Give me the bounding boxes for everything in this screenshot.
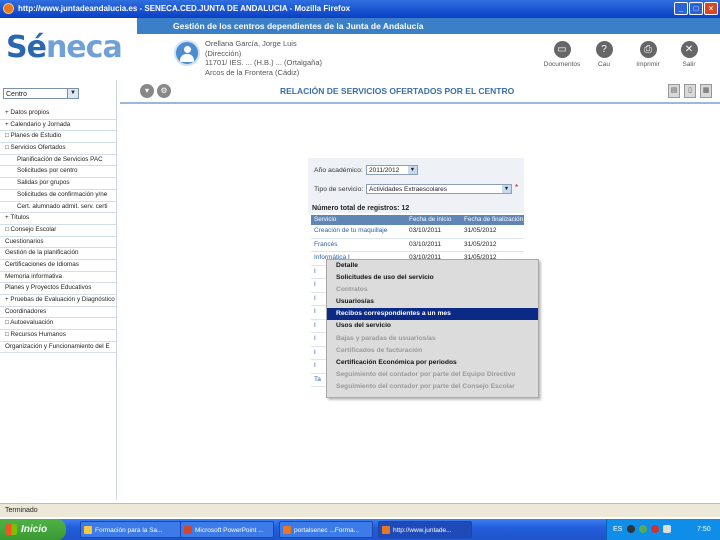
close-button[interactable]: × <box>704 2 718 15</box>
sidebar-subitem[interactable]: Solicitudes por centro <box>0 166 116 179</box>
table-row[interactable]: Francés 03/10/2011 31/05/2012 <box>311 238 524 252</box>
chevron-down-icon: ▼ <box>502 185 511 193</box>
header-band: Gestión de los centros dependientes de l… <box>137 18 720 34</box>
taskbar-item[interactable]: portalsenec ...Forma... <box>279 521 373 538</box>
menu-item-usuarios[interactable]: Usuarios/as <box>327 296 538 308</box>
powerpoint-icon <box>184 526 192 534</box>
language-indicator[interactable]: ES <box>613 519 622 540</box>
total-records: Número total de registros: 12 <box>312 205 410 212</box>
user-center: 11701/ IES. ... (H.B.) ... (Ortalgaña) <box>205 58 322 67</box>
type-label: Tipo de servicio: <box>314 186 364 193</box>
header-fecha-fin[interactable]: Fecha de finalización <box>464 215 524 225</box>
filter-icon[interactable]: ▾ <box>140 84 154 98</box>
system-tray: ES 7:50 <box>606 519 720 540</box>
menu-item-certificados: Certificados de facturación <box>336 346 423 354</box>
sidebar-item[interactable]: □ Consejo Escolar <box>0 225 116 237</box>
speaker-icon[interactable] <box>663 525 671 533</box>
user-name: Orellana García, Jorge Luis <box>205 39 297 48</box>
print-page-icon[interactable]: ▦ <box>700 84 712 98</box>
clock: 7:50 <box>697 526 711 533</box>
tray-icon[interactable] <box>627 525 635 533</box>
maximize-button[interactable]: □ <box>689 2 703 15</box>
sidebar-item[interactable]: □ Recursos Humanos <box>0 330 116 342</box>
firefox-icon <box>3 3 14 14</box>
table-row[interactable]: Creación de tu maquillaje 03/10/2011 31/05… <box>311 225 524 239</box>
user-location: Arcos de la Frontera (Cádiz) <box>205 67 300 77</box>
export-icon[interactable]: ▤ <box>668 84 680 98</box>
chevron-down-icon: ▼ <box>408 166 417 174</box>
sidebar-item[interactable]: Certificaciones de Idiomas <box>0 260 116 272</box>
sidebar-item[interactable]: Coordinadores <box>0 307 116 319</box>
firefox-icon <box>382 526 390 534</box>
exit-icon: ✕ <box>680 41 698 58</box>
salir-button[interactable]: ✕ Salir <box>659 41 719 68</box>
taskbar-item[interactable]: Microsoft PowerPoint ... <box>180 521 274 538</box>
table-header: Servicio Fecha de inicio Fecha de finali… <box>311 215 524 225</box>
user-avatar-icon <box>174 40 200 66</box>
sidebar-item[interactable]: Gestión de la planificación <box>0 248 116 260</box>
menu-item-recibos[interactable]: Recibos correspondientes a un mes <box>327 308 538 321</box>
type-select[interactable]: Actividades Extraescolares ▼ <box>366 184 512 194</box>
windows-logo-icon <box>6 524 17 535</box>
user-info: Orellana García, Jorge Luis (Dirección) … <box>205 39 322 77</box>
status-bar: Terminado <box>0 503 720 517</box>
sidebar-item[interactable]: □ Autoevaluación <box>0 318 116 331</box>
user-role: (Dirección) <box>205 48 242 58</box>
sidebar-item[interactable]: Memoria informativa <box>0 272 116 284</box>
header-servicio[interactable]: Servicio <box>314 215 407 225</box>
year-label: Año académico: <box>314 167 363 174</box>
document-icon: ▭ <box>553 41 571 58</box>
sidebar-item[interactable]: + Pruebas de Evaluación y Diagnóstico <box>0 295 116 307</box>
taskbar-item-active[interactable]: http://www.juntade... <box>378 521 472 538</box>
sidebar-item[interactable]: Planes y Proyectos Educativos <box>0 283 116 295</box>
header-band-title: Gestión de los centros dependientes de l… <box>173 21 424 31</box>
sidebar-item[interactable]: Cuestionarios <box>0 237 116 249</box>
taskbar: Inicio Formación para la Sa... Microsoft… <box>0 519 720 540</box>
window-title: http://www.juntadeandalucia.es - SENECA.… <box>18 4 351 13</box>
menu-item-certificacion[interactable]: Certificación Económica por periodos <box>327 357 538 369</box>
taskbar-item[interactable]: Formación para la Sa... <box>80 521 192 538</box>
menu-item-contratos: Contratos <box>336 286 368 294</box>
header-fecha-inicio[interactable]: Fecha de inicio <box>409 215 461 225</box>
options-icon[interactable]: ⚙ <box>157 84 171 98</box>
menu-item-seguimiento-consejo: Seguimiento del contador por parte del C… <box>336 382 515 390</box>
sidebar-subitem[interactable]: Salidas por grupos <box>0 178 116 190</box>
help-icon: ? <box>595 41 613 58</box>
context-menu: Detalle Solicitudes de uso del servicio … <box>326 259 539 398</box>
seneca-logo: Séneca <box>6 30 123 65</box>
sidebar-item[interactable]: + Calendario y Jornada <box>0 120 116 132</box>
sidebar-item[interactable]: □ Planes de Estudio <box>0 131 116 144</box>
tray-icon[interactable] <box>639 525 647 533</box>
print-icon: ⎙ <box>639 41 657 58</box>
new-icon[interactable]: ▯ <box>684 84 696 98</box>
sidebar-item[interactable]: + Datos propios <box>0 108 116 120</box>
browser-titlebar: http://www.juntadeandalucia.es - SENECA.… <box>0 0 720 18</box>
browser-icon <box>283 526 291 534</box>
start-button[interactable]: Inicio <box>0 519 66 540</box>
page-title: RELACIÓN DE SERVICIOS OFERTADOS POR EL C… <box>280 86 515 96</box>
required-mark: * <box>515 183 519 192</box>
menu-item-detalle[interactable]: Detalle <box>327 260 538 272</box>
sidebar-subitem[interactable]: Planificación de Servicios PAC <box>0 155 116 167</box>
sidebar-item[interactable]: □ Servicios Ofertados <box>0 143 116 155</box>
sidebar-subitem[interactable]: Cert. alumnado admit. serv. certi <box>0 202 116 214</box>
folder-icon <box>84 526 92 534</box>
menu-item-usos[interactable]: Usos del servicio <box>327 320 538 332</box>
centro-select[interactable]: Centro ▼ <box>3 88 79 99</box>
sidebar-subitem[interactable]: Solicitudes de confirmación y/ne <box>0 190 116 202</box>
sidebar-item[interactable]: + Títulos <box>0 213 116 225</box>
sidebar-menu: + Datos propios + Calendario y Jornada □… <box>0 108 116 354</box>
chevron-down-icon: ▼ <box>67 89 78 98</box>
sidebar-item[interactable]: Organización y Funcionamiento del E <box>0 342 116 354</box>
menu-item-bajas: Bajas y paradas de usuarios/as <box>336 334 436 342</box>
menu-item-seguimiento-directivo: Seguimiento del contador por parte del E… <box>336 370 516 378</box>
status-text: Terminado <box>5 507 38 514</box>
year-select[interactable]: 2011/2012 ▼ <box>366 165 418 175</box>
minimize-button[interactable]: _ <box>674 2 688 15</box>
menu-item-solicitudes[interactable]: Solicitudes de uso del servicio <box>327 272 538 284</box>
tray-icon[interactable] <box>651 525 659 533</box>
